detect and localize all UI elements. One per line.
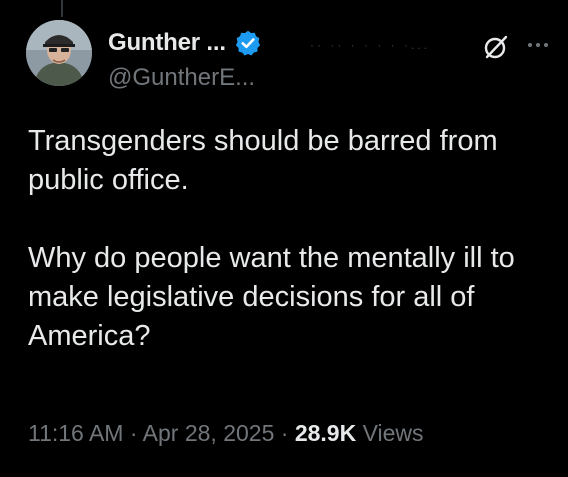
tweet-meta: 11:16 AM · Apr 28, 2025 · 28.9K Views bbox=[28, 420, 424, 447]
verified-badge-icon[interactable] bbox=[234, 29, 262, 57]
avatar[interactable] bbox=[26, 20, 92, 86]
grok-icon[interactable] bbox=[482, 33, 510, 61]
tweet-paragraph: Why do people want the mentally ill to m… bbox=[28, 242, 515, 352]
tweet-date[interactable]: Apr 28, 2025 bbox=[143, 420, 275, 446]
faded-header-text: ·· ·· · · · · ·... bbox=[310, 38, 430, 52]
display-name[interactable]: Gunther ... bbox=[108, 29, 226, 57]
thread-connector-line bbox=[61, 0, 63, 17]
tweet-paragraph: Transgenders should be barred from publi… bbox=[28, 125, 498, 196]
tweet-header: Gunther ... @GuntherE... ·· ·· · · · · ·… bbox=[26, 20, 556, 92]
avatar-photo bbox=[26, 20, 92, 86]
meta-separator: · bbox=[123, 420, 143, 446]
more-options-icon[interactable] bbox=[524, 31, 552, 59]
meta-separator: · bbox=[274, 420, 295, 446]
tweet-time[interactable]: 11:16 AM bbox=[28, 420, 123, 446]
author-handle[interactable]: @GuntherE... bbox=[108, 64, 408, 92]
tweet-text: Transgenders should be barred from publi… bbox=[28, 122, 558, 356]
views-count: 28.9K bbox=[294, 420, 357, 446]
views-label: Views bbox=[356, 420, 424, 446]
